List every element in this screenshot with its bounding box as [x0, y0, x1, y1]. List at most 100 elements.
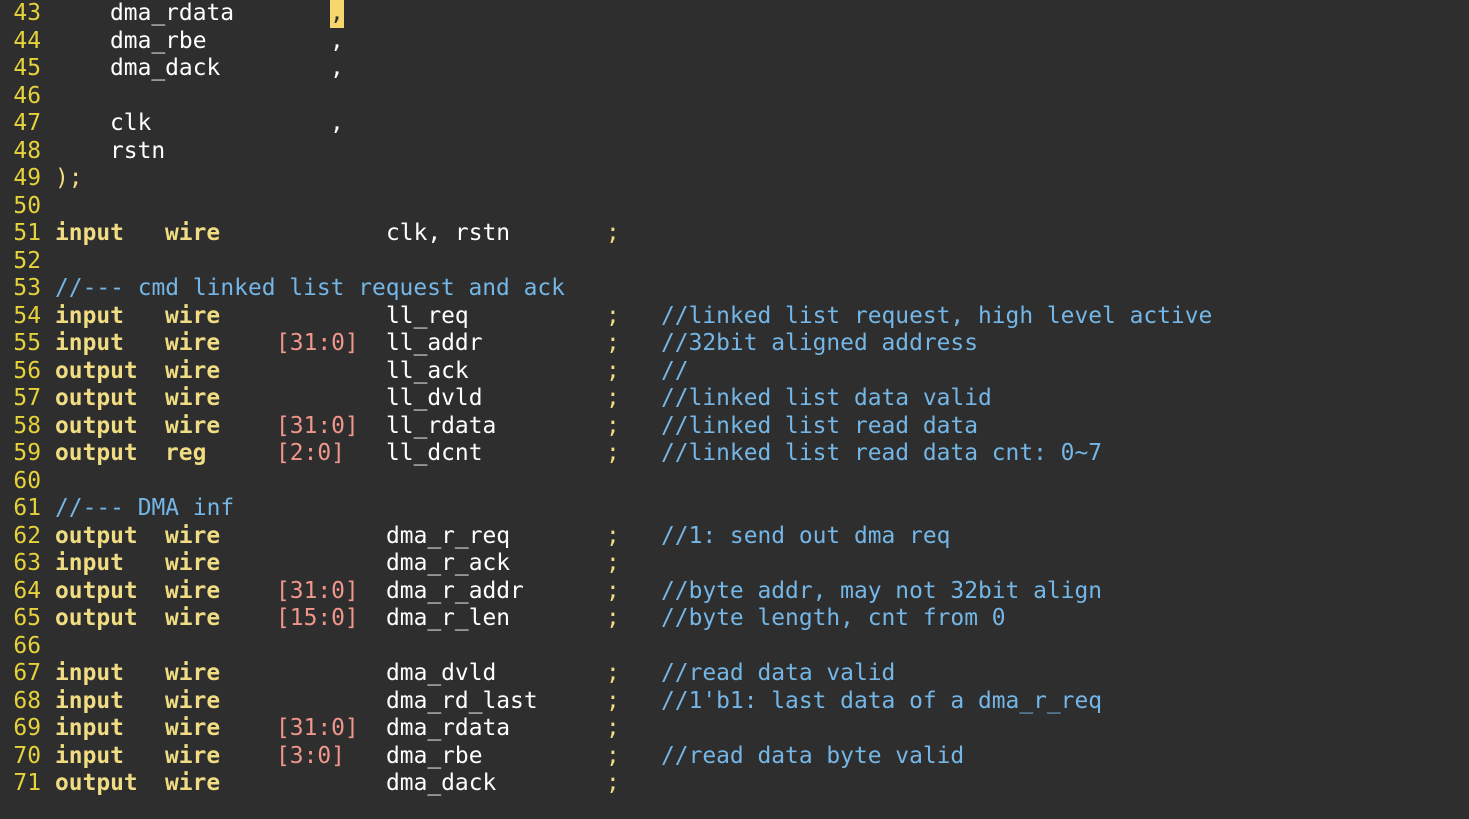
inline-comment: //1'b1: last data of a dma_r_req — [661, 687, 1103, 714]
signal-name: ll_ack — [386, 357, 469, 384]
code-line[interactable]: 46 — [0, 83, 1469, 111]
line-number: 52 — [13, 247, 41, 274]
signal-name: dma_dvld — [386, 660, 497, 686]
type-keyword: wire — [165, 302, 221, 329]
code-line[interactable]: 68 input wire dma_rd_last; //1'b1: last data… — [0, 688, 1469, 716]
signal-name: dma_r_req — [386, 522, 511, 549]
code-line[interactable]: 52 — [0, 248, 1469, 276]
code-line[interactable]: 49); — [0, 165, 1469, 193]
line-number: 44 — [13, 27, 41, 54]
inline-comment: //byte addr, may not 32bit align — [661, 577, 1103, 604]
code-line[interactable]: 53 //--- cmd linked list request and ack — [0, 275, 1469, 303]
direction-keyword: output — [55, 412, 138, 439]
port-identifier: dma_rdata — [110, 0, 235, 26]
code-line[interactable]: 66 — [0, 633, 1469, 661]
inline-comment: //linked list request, high level active — [661, 302, 1213, 329]
code-line[interactable]: 43 dma_rdata, — [0, 0, 1469, 28]
code-line[interactable]: 71 output wire dma_dack; — [0, 770, 1469, 798]
code-line[interactable]: 48 rstn — [0, 138, 1469, 166]
line-number: 65 — [13, 605, 41, 631]
semicolon: ; — [606, 330, 620, 356]
code-line[interactable]: 55 input wire [31:0] ll_addr; //32bit aligned… — [0, 330, 1469, 358]
code-line[interactable]: 47 clk, — [0, 110, 1469, 138]
comma: , — [330, 55, 344, 81]
type-keyword: wire — [165, 412, 221, 439]
inline-comment: //1: send out dma req — [661, 522, 951, 549]
direction-keyword: input — [55, 330, 124, 356]
line-number: 67 — [13, 660, 41, 686]
bit-range: [3:0] — [276, 742, 345, 769]
code-line[interactable]: 57 output wire ll_dvld; //linked list data v… — [0, 385, 1469, 413]
line-number: 56 — [13, 357, 41, 384]
direction-keyword: output — [55, 385, 138, 411]
inline-comment: //read data byte valid — [661, 742, 965, 769]
line-number: 63 — [13, 550, 41, 576]
type-keyword: wire — [165, 220, 221, 246]
bit-range: [31:0] — [276, 412, 359, 439]
direction-keyword: input — [55, 742, 124, 769]
direction-keyword: input — [55, 220, 124, 246]
code-line[interactable]: 44 dma_rbe, — [0, 28, 1469, 56]
line-number: 54 — [13, 302, 41, 329]
comma: , — [330, 27, 344, 54]
semicolon: ; — [606, 385, 620, 411]
line-number: 46 — [13, 82, 41, 109]
code-line[interactable]: 63 input wire dma_r_ack; — [0, 550, 1469, 578]
type-keyword: wire — [165, 605, 221, 631]
semicolon: ; — [606, 220, 620, 246]
semicolon: ; — [606, 522, 620, 549]
code-line[interactable]: 54 input wire ll_req; //linked list request,… — [0, 303, 1469, 331]
signal-name: dma_rd_last — [386, 687, 538, 714]
code-line[interactable]: 70 input wire [3:0] dma_rbe; //read data byte… — [0, 743, 1469, 771]
line-number: 49 — [13, 165, 41, 191]
direction-keyword: input — [55, 302, 124, 329]
direction-keyword: output — [55, 440, 138, 466]
inline-comment: //linked list read data cnt: 0~7 — [661, 440, 1103, 466]
type-keyword: wire — [165, 577, 221, 604]
code-line[interactable]: 50 — [0, 193, 1469, 221]
semicolon: ; — [606, 770, 620, 796]
line-number: 57 — [13, 385, 41, 411]
line-number: 58 — [13, 412, 41, 439]
line-number: 43 — [13, 0, 41, 26]
semicolon: ; — [606, 550, 620, 576]
code-line[interactable]: 56 output wire ll_ack; // — [0, 358, 1469, 386]
bit-range: [31:0] — [276, 715, 359, 741]
type-keyword: wire — [165, 385, 221, 411]
direction-keyword: output — [55, 522, 138, 549]
code-line[interactable]: 62 output wire dma_r_req; //1: send out dma … — [0, 523, 1469, 551]
code-line[interactable]: 60 — [0, 468, 1469, 496]
bit-range: [31:0] — [276, 330, 359, 356]
semicolon: ; — [606, 440, 620, 466]
type-keyword: wire — [165, 770, 221, 796]
code-editor[interactable]: 43 dma_rdata, 44 dma_rbe, 45 dma_dack, 46 47 clk… — [0, 0, 1469, 819]
semicolon: ; — [606, 687, 620, 714]
code-line[interactable]: 64 output wire [31:0] dma_r_addr; //byte addr… — [0, 578, 1469, 606]
code-line[interactable]: 58 output wire [31:0] ll_rdata; //linked list… — [0, 413, 1469, 441]
code-line[interactable]: 51 input wire clk, rstn; — [0, 220, 1469, 248]
line-number: 48 — [13, 137, 41, 164]
line-number: 47 — [13, 110, 41, 136]
semicolon: ; — [606, 577, 620, 604]
line-number: 59 — [13, 440, 41, 466]
direction-keyword: input — [55, 550, 124, 576]
direction-keyword: output — [55, 770, 138, 796]
line-number: 69 — [13, 715, 41, 741]
code-line[interactable]: 61 //--- DMA inf — [0, 495, 1469, 523]
type-keyword: wire — [165, 687, 221, 714]
direction-keyword: input — [55, 660, 124, 686]
code-line[interactable]: 67 input wire dma_dvld; //read data valid — [0, 660, 1469, 688]
direction-keyword: input — [55, 715, 124, 741]
signal-name: dma_dack — [386, 770, 497, 796]
signal-name: ll_req — [386, 302, 469, 329]
line-number: 62 — [13, 522, 41, 549]
line-number: 61 — [13, 495, 41, 521]
code-line[interactable]: 45 dma_dack, — [0, 55, 1469, 83]
code-line[interactable]: 69 input wire [31:0] dma_rdata; — [0, 715, 1469, 743]
port-identifier: dma_dack — [110, 55, 221, 81]
line-number: 70 — [13, 742, 41, 769]
code-line[interactable]: 65 output wire [15:0] dma_r_len; //byte lengt… — [0, 605, 1469, 633]
semicolon: ; — [606, 605, 620, 631]
code-line[interactable]: 59 output reg [2:0] ll_dcnt; //linked list re… — [0, 440, 1469, 468]
line-number: 64 — [13, 577, 41, 604]
